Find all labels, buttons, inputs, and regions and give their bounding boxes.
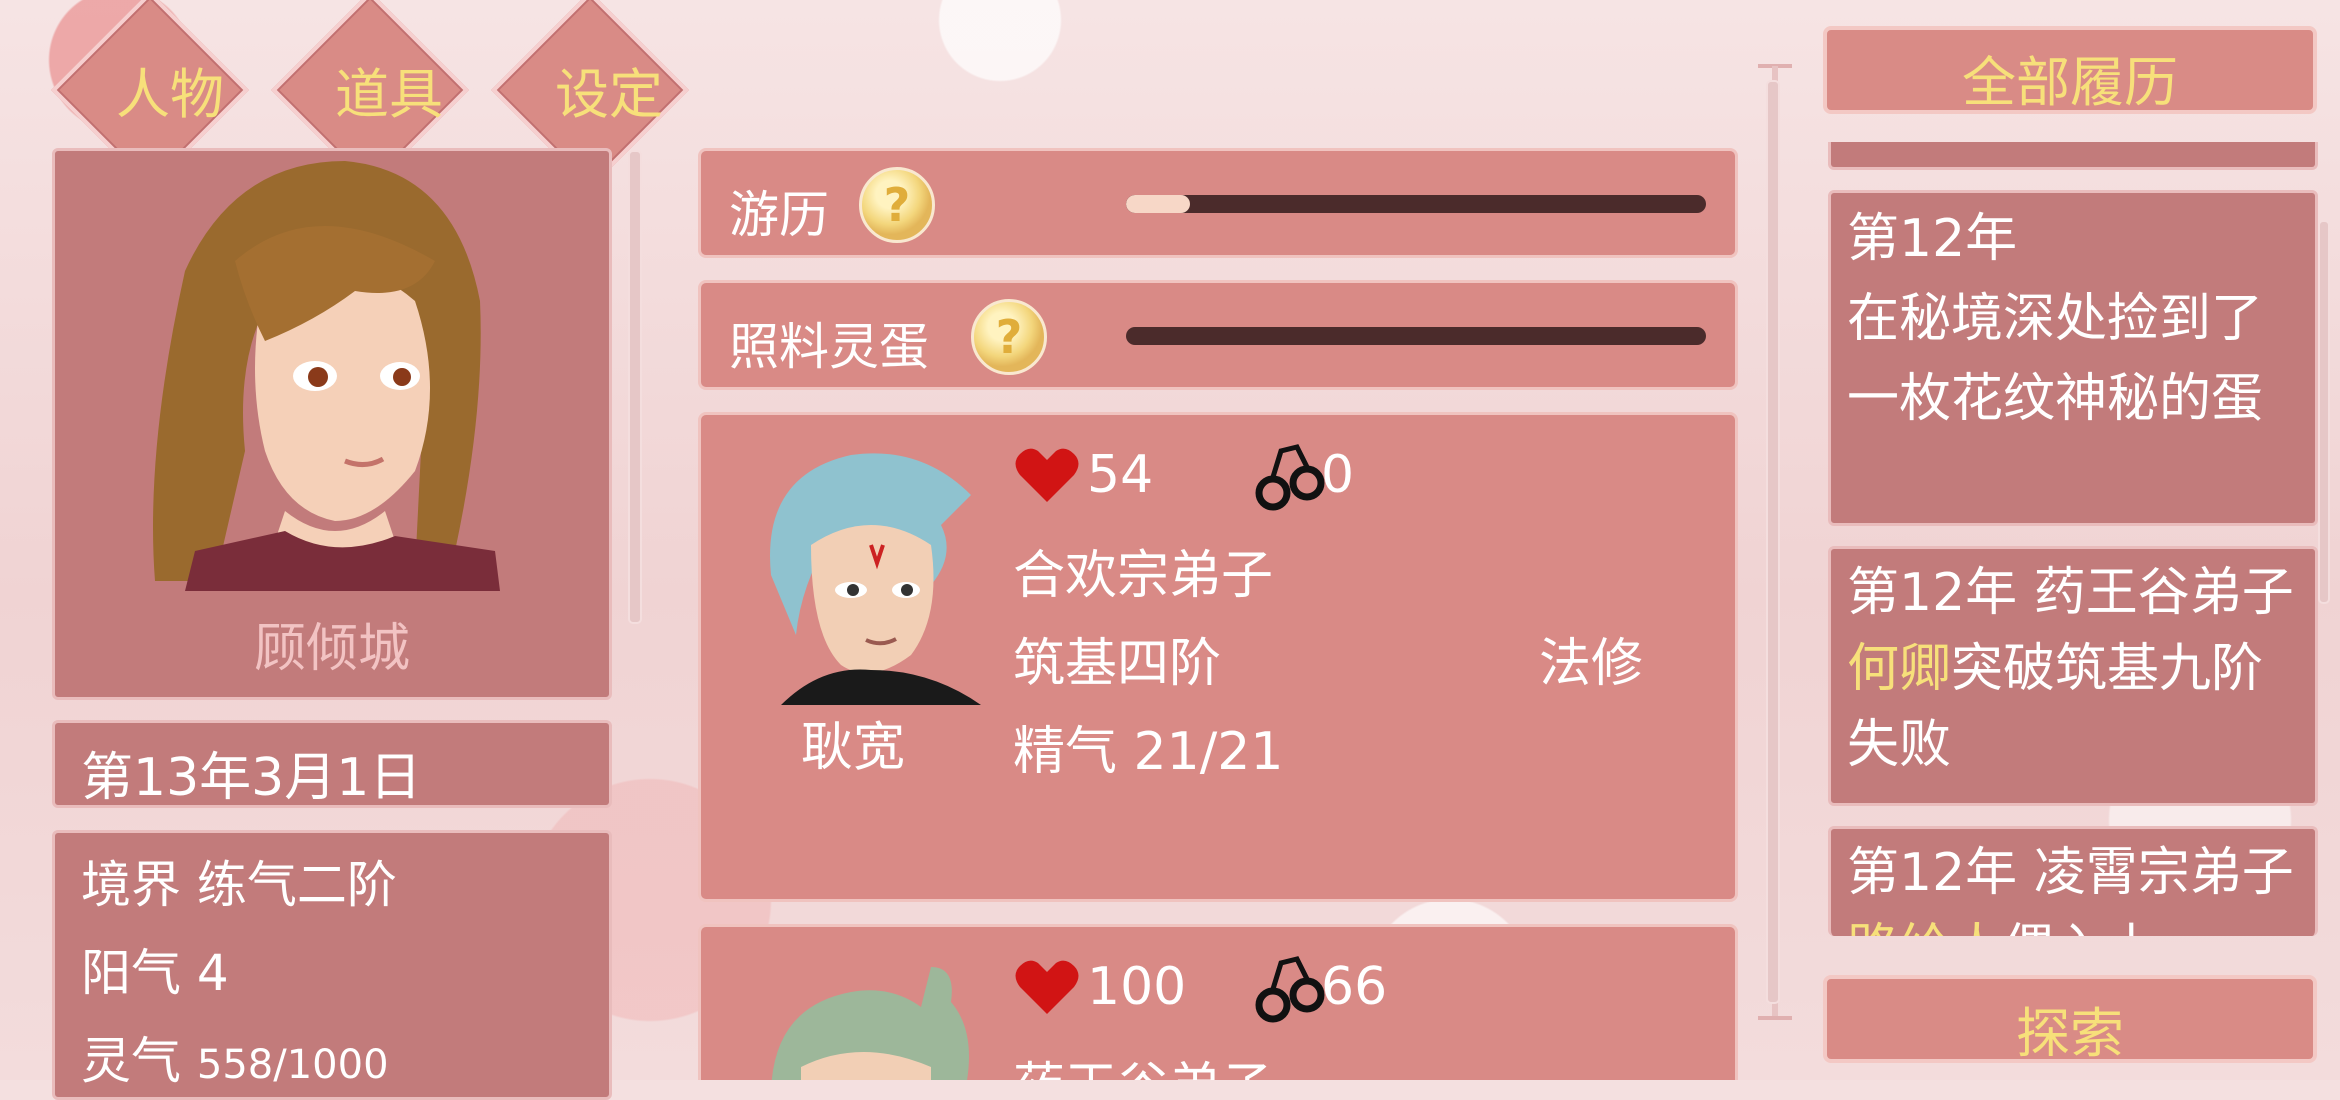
- history-text-part: 在秘境深处捡到了一枚花纹神秘的蛋: [1847, 289, 2264, 429]
- task-row-egg-care[interactable]: 照料灵蛋 ?: [698, 280, 1738, 390]
- realm-stat: 境界 练气二阶: [81, 845, 397, 917]
- date-panel: 第13年3月1日: [52, 720, 612, 808]
- task-row-travel[interactable]: 游历 ?: [698, 148, 1738, 258]
- spirit-value: 558/1000: [196, 1042, 389, 1088]
- history-text-part: 第12年 凌霄宗弟子: [1847, 843, 2294, 903]
- tab-character-label: 人物: [116, 63, 224, 126]
- task-progress-fill: [1126, 195, 1190, 213]
- history-item: 第12年 药王谷弟子何卿突破筑基九阶失败: [1828, 546, 2318, 806]
- tab-settings-label: 设定: [555, 63, 663, 126]
- spirit-stat: 灵气 558/1000: [81, 1021, 389, 1093]
- player-name: 顾倾城: [253, 619, 410, 679]
- essence-label: 精气: [1013, 722, 1118, 782]
- character-role: 法修: [1539, 634, 1644, 694]
- heart-icon: [1015, 448, 1079, 502]
- player-portrait: [153, 161, 500, 591]
- character-sect: 药王谷弟子: [1013, 1045, 1273, 1080]
- history-text-highlight: 路给人: [1847, 919, 2003, 936]
- tab-items-label: 道具: [335, 63, 443, 126]
- realm-label: 境界: [81, 856, 181, 914]
- history-left-scrollbar[interactable]: [1766, 80, 1780, 1004]
- center-list-scrollbar[interactable]: [628, 150, 642, 624]
- yang-stat: 阳气 4: [81, 933, 229, 1005]
- history-item-text: 第12年 在秘境深处捡到了一枚花纹神秘的蛋: [1847, 199, 2305, 439]
- history-title-label: 全部履历: [1962, 51, 2178, 114]
- character-name: 耿宽: [801, 718, 906, 778]
- history-list-top-edge: [1828, 142, 2318, 170]
- essence-value: 21/21: [1133, 722, 1284, 782]
- explore-button[interactable]: 探索: [1823, 975, 2317, 1065]
- explore-label: 探索: [2016, 1002, 2124, 1065]
- player-portrait-card[interactable]: 顾倾城: [52, 148, 612, 700]
- heart-icon: [1015, 960, 1079, 1014]
- task-label: 照料灵蛋: [729, 318, 929, 376]
- task-progress-bar: [1126, 327, 1706, 345]
- yang-value: 4: [196, 944, 229, 1002]
- spirit-label: 灵气: [81, 1032, 181, 1090]
- history-item-text: 第12年 药王谷弟子何卿突破筑基九阶失败: [1847, 555, 2305, 783]
- affection-value: 54: [1087, 445, 1154, 505]
- character-sect: 合欢宗弟子: [1013, 546, 1274, 606]
- affection-value: 100: [1087, 957, 1187, 1017]
- history-text-highlight: 何卿: [1847, 639, 1952, 699]
- character-essence: 精气 21/21: [1013, 709, 1283, 784]
- realm-value: 练气二阶: [196, 856, 397, 914]
- bondage-value: 66: [1321, 957, 1388, 1017]
- history-item: 第12年 凌霄宗弟子路给人偶入上: [1828, 826, 2318, 936]
- history-scrollbar[interactable]: [2318, 220, 2330, 604]
- character-card[interactable]: 耿宽 54 0 合欢宗弟子 筑基四阶 法修 精气 21/21: [698, 412, 1738, 902]
- history-item-text: 第12年 凌霄宗弟子路给人偶入上: [1847, 835, 2305, 936]
- history-title-button[interactable]: 全部履历: [1823, 26, 2317, 114]
- handcuffs-icon: [1255, 444, 1325, 511]
- character-level: 筑基四阶: [1013, 634, 1222, 694]
- character-portrait: [770, 453, 981, 705]
- history-text-part: 偶入上: [2003, 919, 2159, 936]
- rail-cap-bottom: [1758, 1016, 1792, 1020]
- history-text-part: 第12年 药王谷弟子: [1847, 563, 2294, 623]
- task-label: 游历: [729, 186, 829, 244]
- help-icon[interactable]: ?: [971, 299, 1047, 375]
- player-stats-panel: 境界 练气二阶 阳气 4 灵气 558/1000: [52, 830, 612, 1100]
- character-portrait: [771, 967, 969, 1080]
- bondage-value: 0: [1321, 445, 1355, 505]
- history-text-part: 第12年: [1847, 209, 2018, 269]
- task-progress-bar: [1126, 195, 1706, 213]
- help-icon[interactable]: ?: [859, 167, 935, 243]
- yang-label: 阳气: [81, 944, 181, 1002]
- character-card[interactable]: 100 66 药王谷弟子: [698, 924, 1738, 1080]
- handcuffs-icon: [1255, 956, 1325, 1023]
- history-item: 第12年 在秘境深处捡到了一枚花纹神秘的蛋: [1828, 190, 2318, 526]
- current-date: 第13年3月1日: [81, 748, 422, 808]
